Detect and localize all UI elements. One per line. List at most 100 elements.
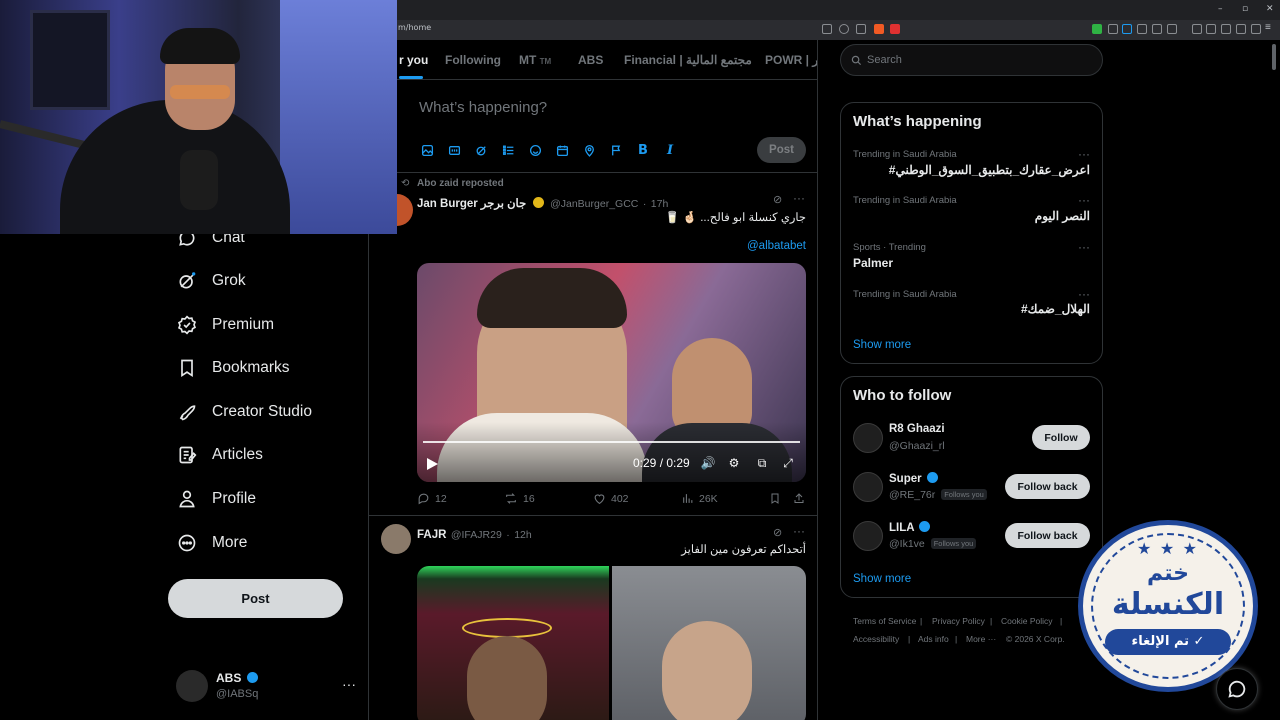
- poll-icon[interactable]: [500, 142, 516, 158]
- brave-shield-icon[interactable]: [874, 24, 884, 34]
- extension-icon[interactable]: [1137, 24, 1147, 34]
- more-dots-icon[interactable]: ···: [1078, 240, 1090, 254]
- share-button[interactable]: [793, 492, 805, 505]
- grok-icon[interactable]: ⊘: [773, 193, 782, 206]
- media-icon[interactable]: [1192, 24, 1202, 34]
- search-input[interactable]: Search: [840, 44, 1103, 76]
- repost-button[interactable]: 16: [504, 492, 535, 505]
- shield-icon[interactable]: [1251, 24, 1261, 34]
- address-url[interactable]: m/home: [398, 23, 431, 32]
- sidebar-icon[interactable]: [1206, 24, 1216, 34]
- like-button[interactable]: 402: [593, 492, 629, 505]
- account-switcher[interactable]: ABS @IABSq ···: [176, 668, 356, 704]
- tweet-media[interactable]: [417, 566, 806, 720]
- avatar[interactable]: [381, 524, 411, 554]
- trend-title[interactable]: #اعرض_عقارك_بتطبيق_السوق_الوطني: [889, 163, 1090, 177]
- avatar[interactable]: [853, 472, 883, 502]
- show-more-link[interactable]: Show more: [853, 339, 911, 351]
- trend-title[interactable]: #الهلال_ضمك: [1021, 302, 1090, 316]
- fullscreen-icon[interactable]: ⤢: [781, 456, 795, 470]
- nav-item-bookmarks[interactable]: Bookmarks: [176, 353, 290, 383]
- italic-icon[interactable]: I: [662, 142, 678, 158]
- nav-item-creator-studio[interactable]: Creator Studio: [176, 397, 312, 427]
- play-icon[interactable]: [427, 458, 438, 470]
- user-name-row[interactable]: Super: [889, 472, 940, 485]
- extension-icon[interactable]: [1167, 24, 1177, 34]
- messages-button[interactable]: [1216, 668, 1258, 710]
- trend-title[interactable]: النصر اليوم: [1035, 209, 1090, 223]
- more-dots-icon[interactable]: ···: [342, 676, 356, 692]
- nav-item-premium[interactable]: Premium: [176, 310, 274, 340]
- more-dots-icon[interactable]: ···: [1078, 193, 1090, 207]
- extension-icon[interactable]: [1092, 24, 1102, 34]
- settings-icon[interactable]: ⚙: [727, 456, 741, 470]
- user-name[interactable]: R8 Ghaazi: [889, 423, 945, 435]
- flag-icon[interactable]: [608, 142, 624, 158]
- nav-item-grok[interactable]: Grok: [176, 266, 246, 296]
- footer-link[interactable]: Privacy Policy: [932, 616, 985, 626]
- page-scrollbar[interactable]: [1272, 44, 1276, 70]
- close-icon[interactable]: ✕: [1266, 4, 1274, 14]
- trend-title[interactable]: Palmer: [853, 256, 893, 270]
- footer-link[interactable]: Ads info: [918, 634, 949, 644]
- nav-item-articles[interactable]: Articles: [176, 440, 263, 470]
- extension-icon[interactable]: [1122, 24, 1132, 34]
- tab-financial[interactable]: Financial | مجتمع المالية: [624, 53, 752, 67]
- location-icon[interactable]: [581, 142, 597, 158]
- tab-abs[interactable]: ABS: [578, 53, 603, 67]
- wallet-icon[interactable]: [1236, 24, 1246, 34]
- tab-powr[interactable]: POWR | ور: [765, 53, 817, 67]
- tabs-icon[interactable]: [1221, 24, 1231, 34]
- more-dots-icon[interactable]: ···: [793, 524, 805, 538]
- grok-icon[interactable]: [473, 142, 489, 158]
- follow-back-button[interactable]: Follow back: [1005, 523, 1090, 548]
- extension-icon[interactable]: [1108, 24, 1118, 34]
- footer-link[interactable]: Cookie Policy: [1001, 616, 1053, 626]
- reply-button[interactable]: 12: [417, 492, 447, 505]
- zoom-icon[interactable]: [839, 24, 849, 34]
- avatar[interactable]: [853, 423, 883, 453]
- image-icon[interactable]: [419, 142, 435, 158]
- tweet-time[interactable]: 12h: [514, 529, 532, 541]
- tab-following[interactable]: Following: [445, 53, 501, 67]
- grok-icon[interactable]: ⊘: [773, 526, 782, 539]
- show-more-link[interactable]: Show more: [853, 573, 911, 585]
- footer-link[interactable]: Terms of Service: [853, 616, 916, 626]
- emoji-icon[interactable]: [527, 142, 543, 158]
- tab-mt[interactable]: MT TM: [519, 53, 551, 67]
- bold-icon[interactable]: B: [635, 142, 651, 158]
- extension-icon[interactable]: [1152, 24, 1162, 34]
- views-button[interactable]: 26K: [681, 492, 718, 505]
- brave-rewards-icon[interactable]: [890, 24, 900, 34]
- pip-icon[interactable]: ⧉: [755, 456, 769, 470]
- share-icon[interactable]: [856, 24, 866, 34]
- schedule-icon[interactable]: [554, 142, 570, 158]
- bookmark-button[interactable]: [769, 492, 781, 505]
- follow-back-button[interactable]: Follow back: [1005, 474, 1090, 499]
- footer-link[interactable]: Accessibility: [853, 634, 899, 644]
- nav-item-profile[interactable]: Profile: [176, 484, 256, 514]
- user-name-row[interactable]: LILA: [889, 521, 932, 534]
- author-handle[interactable]: @JanBurger_GCC: [550, 198, 638, 210]
- video-progress[interactable]: [423, 441, 800, 443]
- author-handle[interactable]: @IFAJR29: [451, 529, 502, 541]
- follow-button[interactable]: Follow: [1032, 425, 1090, 450]
- nav-item-more[interactable]: More: [176, 528, 247, 558]
- menu-icon[interactable]: ≡: [1265, 23, 1275, 34]
- footer-link[interactable]: More ···: [966, 634, 996, 644]
- more-dots-icon[interactable]: ···: [793, 191, 805, 205]
- tweet-mention[interactable]: @albatabet: [417, 240, 806, 252]
- tweet-time[interactable]: 17h: [651, 198, 669, 210]
- author-name[interactable]: FAJR: [417, 529, 446, 541]
- compose-input[interactable]: What’s happening?: [419, 99, 547, 116]
- author-name[interactable]: Jan Burger جان برجر: [417, 198, 526, 210]
- minimize-icon[interactable]: –: [1218, 4, 1223, 14]
- compose-post-button[interactable]: Post: [757, 137, 806, 163]
- volume-icon[interactable]: 🔊: [701, 456, 716, 470]
- more-dots-icon[interactable]: ···: [1078, 147, 1090, 161]
- tweet-video[interactable]: 0:29 / 0:29 🔊 ⚙ ⧉ ⤢: [417, 263, 806, 482]
- tab-view-icon[interactable]: [822, 24, 832, 34]
- tab-for-you[interactable]: r you: [399, 53, 428, 67]
- gif-icon[interactable]: [446, 142, 462, 158]
- maximize-icon[interactable]: ▫: [1242, 4, 1248, 14]
